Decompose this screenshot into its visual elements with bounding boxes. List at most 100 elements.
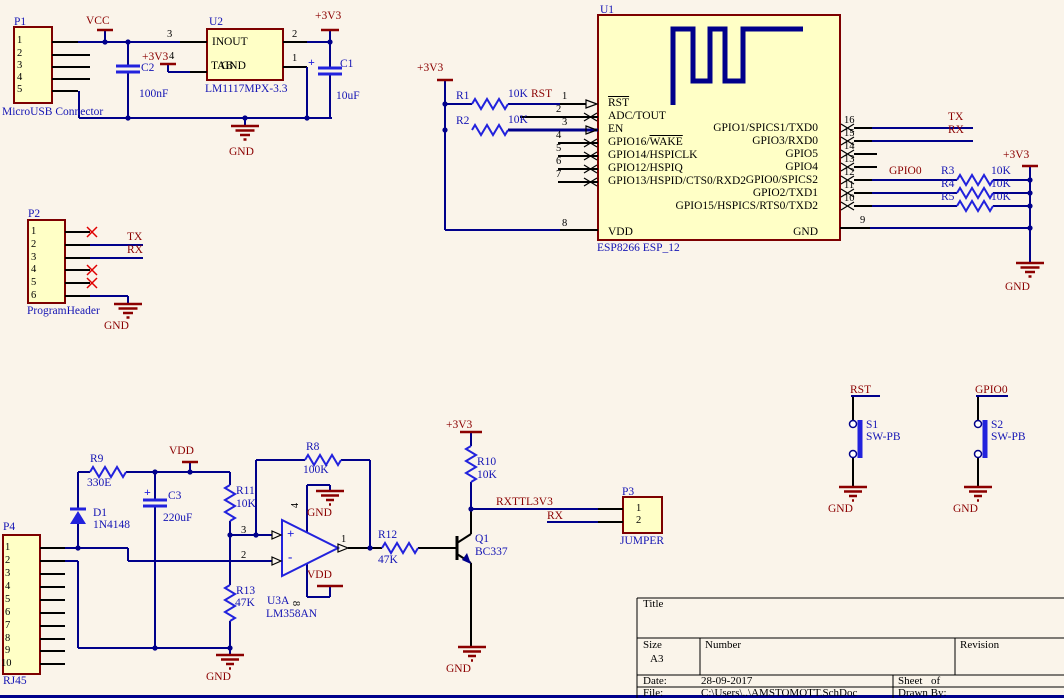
r4-ref: R4 bbox=[941, 178, 954, 190]
p4-ref: P4 bbox=[3, 521, 15, 533]
c2-value: 100nF bbox=[139, 88, 168, 100]
c3-value: 220uF bbox=[163, 512, 192, 524]
d1-ref: D1 bbox=[93, 507, 107, 519]
u1-pin-gpio2: GPIO2/TXD1 bbox=[618, 187, 818, 199]
u2-ref: U2 bbox=[209, 16, 223, 28]
p4-name: RJ45 bbox=[3, 675, 27, 687]
p4-pin1: 1 bbox=[5, 542, 10, 553]
u1-value: ESP8266 ESP_12 bbox=[597, 242, 680, 254]
p4-pin5: 5 bbox=[5, 594, 10, 605]
p1-pin2: 2 bbox=[17, 48, 22, 59]
rst-net-label-s1: RST bbox=[850, 384, 871, 396]
p2-pin6: 6 bbox=[31, 290, 36, 301]
r4-value: 10K bbox=[991, 178, 1011, 190]
r10-symbol bbox=[466, 446, 476, 482]
u1-pin-gpio1: GPIO1/SPICS1/TXD0 bbox=[618, 122, 818, 134]
p1-pin1: 1 bbox=[17, 35, 22, 46]
u1-pin9-num: 9 bbox=[860, 215, 865, 226]
gnd-p2 bbox=[114, 304, 142, 318]
titleblock-size-value: A3 bbox=[650, 654, 663, 666]
r13-ref: R13 bbox=[236, 585, 255, 597]
gnd-label-s1: GND bbox=[828, 503, 853, 515]
vdd-label-rail: VDD bbox=[169, 445, 194, 457]
gnd-label-s2: GND bbox=[953, 503, 978, 515]
r13-value: 47K bbox=[235, 597, 255, 609]
v33-label-rail: +3V3 bbox=[417, 62, 443, 74]
c2-ref: C2 bbox=[141, 62, 154, 74]
u1-pin4-num: 4 bbox=[556, 130, 561, 141]
c1-plus: + bbox=[308, 56, 315, 69]
p1-pin3: 3 bbox=[17, 60, 22, 71]
u3a-pin4-num: 4 bbox=[290, 503, 301, 508]
u1-pin5-num: 5 bbox=[556, 143, 561, 154]
p4-pin2: 2 bbox=[5, 555, 10, 566]
u1-pin10-num: 10 bbox=[844, 193, 855, 204]
u1-pin-adc: ADC/TOUT bbox=[608, 110, 666, 122]
p1-ref: P1 bbox=[14, 16, 26, 28]
p4-pin6: 6 bbox=[5, 607, 10, 618]
gnd-label-p2: GND bbox=[104, 320, 129, 332]
u1-pin3-num: 3 bbox=[562, 117, 567, 128]
r12-ref: R12 bbox=[378, 529, 397, 541]
capacitors bbox=[116, 66, 342, 506]
u1-pin-gpio3: GPIO3/RXD0 bbox=[618, 135, 818, 147]
u2-pin4-num: 4 bbox=[169, 51, 174, 62]
gnd-label-u2: GND bbox=[229, 146, 254, 158]
r1-ref: R1 bbox=[456, 90, 469, 102]
r4-symbol bbox=[957, 188, 993, 198]
gnd-label-opamp: GND bbox=[307, 507, 332, 519]
r8-value: 100K bbox=[303, 464, 329, 476]
u2-pin-gnd: GND bbox=[221, 60, 246, 72]
v33-label-c1: +3V3 bbox=[315, 10, 341, 22]
tx-net-label-u1: TX bbox=[948, 111, 963, 123]
u1-pin15-num: 15 bbox=[844, 128, 855, 139]
p2-pin3: 3 bbox=[31, 252, 36, 263]
s2-symbol bbox=[975, 420, 988, 458]
r1-symbol bbox=[472, 99, 508, 109]
r5-value: 10K bbox=[991, 191, 1011, 203]
gnd-r13 bbox=[216, 655, 244, 669]
u1-pin2-num: 2 bbox=[556, 104, 561, 115]
p3-pin2: 2 bbox=[636, 515, 641, 526]
u1-pin-vdd: VDD bbox=[608, 226, 633, 238]
p4-pin8: 8 bbox=[5, 633, 10, 644]
u2-pin3-num: 3 bbox=[167, 29, 172, 40]
r12-symbol bbox=[382, 543, 418, 553]
r10-value: 10K bbox=[477, 469, 497, 481]
titleblock-file-label: File: bbox=[643, 688, 663, 698]
u2-pin-out: OUT bbox=[224, 36, 248, 48]
u3a-value: LM358AN bbox=[266, 608, 317, 620]
gpio0-net-label-u1: GPIO0 bbox=[889, 165, 922, 177]
c3-symbol bbox=[143, 500, 167, 506]
u1-pin1-num: 1 bbox=[562, 91, 567, 102]
u2-pin2-num: 2 bbox=[292, 29, 297, 40]
gnd-opamp bbox=[316, 491, 344, 505]
r3-ref: R3 bbox=[941, 165, 954, 177]
p1-name: MicroUSB Connector bbox=[2, 106, 103, 118]
p4-pin10: 10 bbox=[1, 658, 12, 669]
gnd-label-q1: GND bbox=[446, 663, 471, 675]
u1-pin8-num: 8 bbox=[562, 218, 567, 229]
schematic-sheet: P1 VCC 1 2 3 4 5 MicroUSB Connector U2 3… bbox=[0, 0, 1064, 698]
u2-pin-in: IN bbox=[212, 36, 224, 48]
p2-pin5: 5 bbox=[31, 277, 36, 288]
p4-pin3: 3 bbox=[5, 568, 10, 579]
r11-symbol bbox=[225, 485, 235, 521]
u1-pin-gpio4: GPIO4 bbox=[618, 161, 818, 173]
r8-ref: R8 bbox=[306, 441, 319, 453]
c1-ref: C1 bbox=[340, 58, 353, 70]
r10-ref: R10 bbox=[477, 456, 496, 468]
u1-pin6-num: 6 bbox=[556, 156, 561, 167]
titleblock-of-label: of bbox=[931, 676, 940, 688]
r2-symbol bbox=[472, 125, 508, 135]
u1-pin13-num: 13 bbox=[844, 154, 855, 165]
d1-value: 1N4148 bbox=[93, 519, 130, 531]
c1-value: 10uF bbox=[336, 90, 360, 102]
r11-value: 10K bbox=[236, 498, 256, 510]
p3-name: JUMPER bbox=[620, 535, 664, 547]
r5-symbol bbox=[957, 201, 993, 211]
r11-ref: R11 bbox=[236, 485, 255, 497]
u1-pin12-num: 12 bbox=[844, 167, 855, 178]
r13-symbol bbox=[225, 585, 235, 621]
p3-ref: P3 bbox=[622, 486, 634, 498]
